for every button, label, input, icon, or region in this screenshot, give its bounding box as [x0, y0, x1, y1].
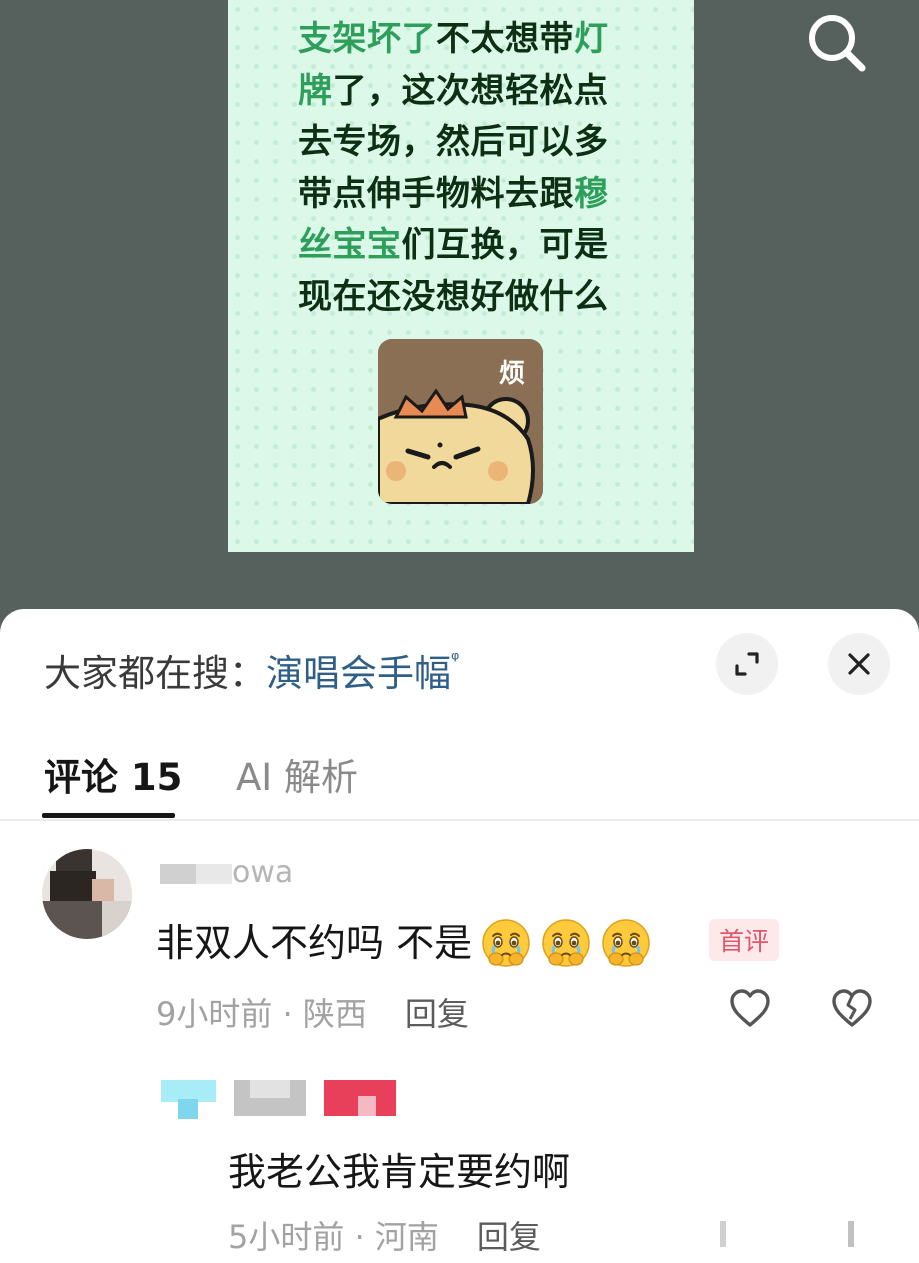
comments-sheet: 大家都在搜：演唱会手幅ᵠ 评论 15 AI 解析 owa 非双人不约吗 不是 首…	[0, 609, 919, 1263]
tab-comments[interactable]: 评论 15	[44, 747, 182, 801]
reply-text[interactable]: 我老公我肯定要约啊	[228, 1141, 570, 1196]
heart-icon	[730, 989, 770, 1027]
search-button[interactable]	[800, 6, 870, 76]
post-text-segment: 不太想带	[436, 19, 574, 59]
post-text-segment: 了，这次想轻松点去专场，然后可以多带点伸手物料去跟	[298, 70, 609, 214]
sticker-label: 烦	[498, 359, 525, 389]
comment-tabs: 评论 15 AI 解析	[0, 739, 919, 821]
post-image[interactable]: 支架坏了不太想带灯牌了，这次想轻松点去专场，然后可以多带点伸手物料去跟穆丝宝宝们…	[228, 0, 694, 552]
post-text: 支架坏了不太想带灯牌了，这次想轻松点去专场，然后可以多带点伸手物料去跟穆丝宝宝们…	[298, 14, 628, 323]
active-tab-indicator	[42, 813, 175, 818]
comment-text[interactable]: 非双人不约吗 不是	[156, 912, 652, 972]
trending-search-hint[interactable]: 大家都在搜：演唱会手幅ᵠ	[44, 643, 459, 697]
first-comment-badge: 首评	[709, 919, 780, 961]
crying-emoji-icon	[602, 918, 650, 967]
like-button[interactable]	[728, 987, 772, 1031]
broken-heart-icon	[832, 989, 872, 1027]
comment-location: 陕西	[302, 995, 367, 1033]
comment-body: 非双人不约吗 不是	[156, 921, 473, 965]
post-text-highlight: 支架坏了	[298, 19, 436, 59]
scroll-fade-dots	[720, 1219, 870, 1249]
comment-time: 9小时前	[156, 995, 273, 1033]
reply-button[interactable]: 回复	[405, 995, 469, 1033]
meta-separator: ·	[272, 995, 303, 1033]
reply-reply-button[interactable]: 回复	[477, 1218, 541, 1256]
commenter-avatar[interactable]	[42, 849, 132, 939]
annoyed-bear-sticker: 烦	[378, 339, 543, 504]
comment-meta: 9小时前 · 陕西 回复	[156, 989, 469, 1035]
reply-meta: 5小时前 · 河南 回复	[228, 1212, 541, 1258]
dislike-button[interactable]	[830, 987, 874, 1031]
crying-emoji-icon	[482, 918, 530, 967]
close-icon	[848, 653, 870, 675]
expand-button[interactable]	[716, 633, 778, 695]
small-search-icon: ᵠ	[451, 647, 460, 671]
tab-ai-analysis[interactable]: AI 解析	[236, 747, 358, 801]
crying-emoji-icon	[542, 918, 590, 967]
commenter-username[interactable]: owa	[160, 855, 293, 890]
reply-location: 河南	[374, 1218, 439, 1256]
search-icon	[809, 15, 866, 72]
meta-separator: ·	[344, 1218, 375, 1256]
trending-search-prefix: 大家都在搜：	[44, 652, 266, 695]
trending-search-keyword[interactable]: 演唱会手幅	[266, 652, 451, 695]
expand-icon	[735, 652, 759, 676]
close-button[interactable]	[828, 633, 890, 695]
username-visible-part: owa	[232, 855, 294, 890]
fade-icon	[720, 1221, 854, 1247]
reply-time: 5小时前	[228, 1218, 345, 1256]
